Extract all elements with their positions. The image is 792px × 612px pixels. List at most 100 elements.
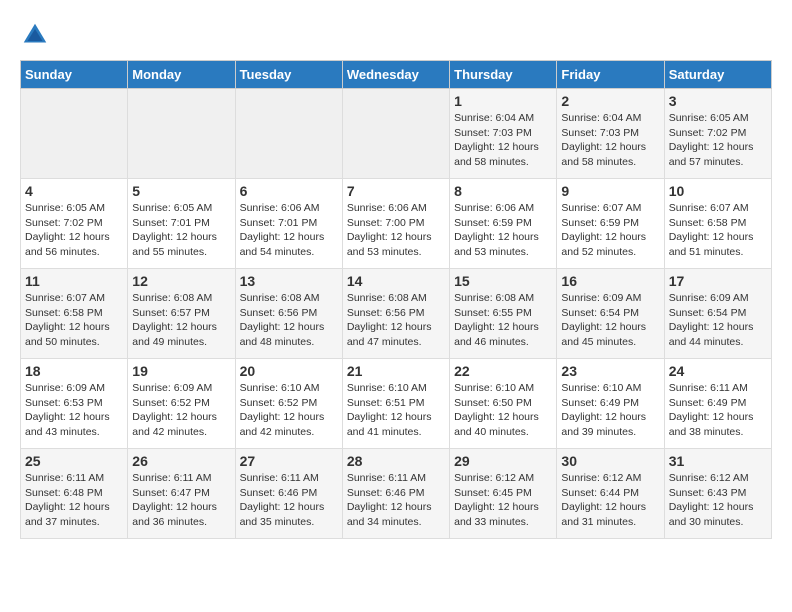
- day-number: 8: [454, 183, 552, 199]
- day-info: Sunrise: 6:08 AM Sunset: 6:56 PM Dayligh…: [347, 291, 445, 350]
- page-header: [20, 20, 772, 50]
- calendar-cell: 1Sunrise: 6:04 AM Sunset: 7:03 PM Daylig…: [450, 89, 557, 179]
- calendar-week-4: 18 Sunrise: 6:09 AM Sunset: 6:53 PM Dayli…: [21, 359, 772, 449]
- calendar-cell: 3Sunrise: 6:05 AM Sunset: 7:02 PM Daylig…: [664, 89, 771, 179]
- day-number: 22: [454, 363, 552, 379]
- weekday-header-friday: Friday: [557, 61, 664, 89]
- day-number: 6: [240, 183, 338, 199]
- calendar-week-1: 1 Sunrise: 6:04 AM Sunset: 7:03 PM Daylig…: [21, 89, 772, 179]
- calendar-cell: 22 Sunrise: 6:10 AM Sunset: 6:50 PM Dayli…: [450, 359, 557, 449]
- calendar-cell: 13 Sunrise: 6:08 AM Sunset: 6:56 PM Dayli…: [235, 269, 342, 359]
- day-info: Sunrise: 6:08 AM Sunset: 6:56 PM Dayligh…: [240, 291, 338, 350]
- day-info: Sunrise: 6:11 AM Sunset: 6:46 PM Dayligh…: [347, 471, 445, 530]
- weekday-header-wednesday: Wednesday: [342, 61, 449, 89]
- day-info: Sunrise: 6:12 AM Sunset: 6:43 PM Dayligh…: [669, 471, 767, 530]
- day-number: 14: [347, 273, 445, 289]
- day-number: 7: [347, 183, 445, 199]
- day-info: Sunrise: 6:07 AM Sunset: 6:58 PM Dayligh…: [25, 291, 123, 350]
- day-info: Sunrise: 6:10 AM Sunset: 6:50 PM Dayligh…: [454, 381, 552, 440]
- calendar-cell: 20Sunrise: 6:10 AM Sunset: 6:52 PM Dayli…: [235, 359, 342, 449]
- day-info: Sunrise: 6:08 AM Sunset: 6:55 PM Dayligh…: [454, 291, 552, 350]
- day-number: 21: [347, 363, 445, 379]
- day-number: 10: [669, 183, 767, 199]
- day-number: 20: [240, 363, 338, 379]
- day-info: Sunrise: 6:10 AM Sunset: 6:51 PM Dayligh…: [347, 381, 445, 440]
- calendar-cell: 6 Sunrise: 6:06 AM Sunset: 7:01 PM Daylig…: [235, 179, 342, 269]
- day-number: 2: [561, 93, 659, 109]
- day-info: Sunrise: 6:09 AM Sunset: 6:54 PM Dayligh…: [669, 291, 767, 350]
- day-info: Sunrise: 6:09 AM Sunset: 6:54 PM Dayligh…: [561, 291, 659, 350]
- calendar-cell: 24 Sunrise: 6:11 AM Sunset: 6:49 PM Dayli…: [664, 359, 771, 449]
- calendar-cell: 25 Sunrise: 6:11 AM Sunset: 6:48 PM Dayli…: [21, 449, 128, 539]
- calendar-cell: 9 Sunrise: 6:07 AM Sunset: 6:59 PM Daylig…: [557, 179, 664, 269]
- calendar-cell: 28 Sunrise: 6:11 AM Sunset: 6:46 PM Dayli…: [342, 449, 449, 539]
- day-info: Sunrise: 6:07 AM Sunset: 6:59 PM Dayligh…: [561, 201, 659, 260]
- day-info: Sunrise: 6:06 AM Sunset: 6:59 PM Dayligh…: [454, 201, 552, 260]
- day-number: 29: [454, 453, 552, 469]
- calendar-week-5: 25 Sunrise: 6:11 AM Sunset: 6:48 PM Dayli…: [21, 449, 772, 539]
- calendar-cell: 27 Sunrise: 6:11 AM Sunset: 6:46 PM Dayli…: [235, 449, 342, 539]
- day-number: 16: [561, 273, 659, 289]
- day-number: 24: [669, 363, 767, 379]
- calendar-body: 1 Sunrise: 6:04 AM Sunset: 7:03 PM Daylig…: [21, 89, 772, 539]
- day-number: 1: [454, 93, 552, 109]
- calendar-cell: 10Sunrise: 6:07 AM Sunset: 6:58 PM Dayli…: [664, 179, 771, 269]
- weekday-header-row: SundayMondayTuesdayWednesdayThursdayFrid…: [21, 61, 772, 89]
- calendar-cell: 14 Sunrise: 6:08 AM Sunset: 6:56 PM Dayli…: [342, 269, 449, 359]
- calendar-table: SundayMondayTuesdayWednesdayThursdayFrid…: [20, 60, 772, 539]
- calendar-cell: 31 Sunrise: 6:12 AM Sunset: 6:43 PM Dayli…: [664, 449, 771, 539]
- calendar-cell: 23 Sunrise: 6:10 AM Sunset: 6:49 PM Dayli…: [557, 359, 664, 449]
- calendar-cell: [342, 89, 449, 179]
- day-number: 15: [454, 273, 552, 289]
- calendar-cell: [235, 89, 342, 179]
- day-number: 11: [25, 273, 123, 289]
- day-number: 19: [132, 363, 230, 379]
- day-number: 3: [669, 93, 767, 109]
- day-info: Sunrise: 6:12 AM Sunset: 6:45 PM Dayligh…: [454, 471, 552, 530]
- calendar-cell: 15 Sunrise: 6:08 AM Sunset: 6:55 PM Dayli…: [450, 269, 557, 359]
- day-info: Sunrise: 6:08 AM Sunset: 6:57 PM Dayligh…: [132, 291, 230, 350]
- calendar-cell: 30 Sunrise: 6:12 AM Sunset: 6:44 PM Dayli…: [557, 449, 664, 539]
- calendar-cell: [21, 89, 128, 179]
- day-info: Sunrise: 6:06 AM Sunset: 7:01 PM Dayligh…: [240, 201, 338, 260]
- weekday-header-monday: Monday: [128, 61, 235, 89]
- calendar-cell: 18 Sunrise: 6:09 AM Sunset: 6:53 PM Dayli…: [21, 359, 128, 449]
- day-info: Sunrise: 6:05 AM Sunset: 7:01 PM Dayligh…: [132, 201, 230, 260]
- calendar-cell: 21 Sunrise: 6:10 AM Sunset: 6:51 PM Dayli…: [342, 359, 449, 449]
- day-number: 27: [240, 453, 338, 469]
- weekday-header-tuesday: Tuesday: [235, 61, 342, 89]
- day-number: 18: [25, 363, 123, 379]
- calendar-cell: 4Sunrise: 6:05 AM Sunset: 7:02 PM Daylig…: [21, 179, 128, 269]
- calendar-cell: 17 Sunrise: 6:09 AM Sunset: 6:54 PM Dayli…: [664, 269, 771, 359]
- calendar-cell: 11 Sunrise: 6:07 AM Sunset: 6:58 PM Dayli…: [21, 269, 128, 359]
- day-number: 17: [669, 273, 767, 289]
- day-number: 31: [669, 453, 767, 469]
- day-number: 9: [561, 183, 659, 199]
- calendar-cell: 29 Sunrise: 6:12 AM Sunset: 6:45 PM Dayli…: [450, 449, 557, 539]
- calendar-cell: 12Sunrise: 6:08 AM Sunset: 6:57 PM Dayli…: [128, 269, 235, 359]
- logo-icon: [20, 20, 50, 50]
- day-info: Sunrise: 6:11 AM Sunset: 6:49 PM Dayligh…: [669, 381, 767, 440]
- day-number: 30: [561, 453, 659, 469]
- calendar-cell: 5 Sunrise: 6:05 AM Sunset: 7:01 PM Daylig…: [128, 179, 235, 269]
- day-number: 25: [25, 453, 123, 469]
- calendar-cell: 19Sunrise: 6:09 AM Sunset: 6:52 PM Dayli…: [128, 359, 235, 449]
- weekday-header-sunday: Sunday: [21, 61, 128, 89]
- weekday-header-thursday: Thursday: [450, 61, 557, 89]
- calendar-cell: [128, 89, 235, 179]
- day-number: 5: [132, 183, 230, 199]
- day-info: Sunrise: 6:11 AM Sunset: 6:47 PM Dayligh…: [132, 471, 230, 530]
- day-number: 13: [240, 273, 338, 289]
- calendar-cell: 2 Sunrise: 6:04 AM Sunset: 7:03 PM Daylig…: [557, 89, 664, 179]
- day-info: Sunrise: 6:12 AM Sunset: 6:44 PM Dayligh…: [561, 471, 659, 530]
- day-info: Sunrise: 6:11 AM Sunset: 6:46 PM Dayligh…: [240, 471, 338, 530]
- day-info: Sunrise: 6:04 AM Sunset: 7:03 PM Dayligh…: [561, 111, 659, 170]
- calendar-header: SundayMondayTuesdayWednesdayThursdayFrid…: [21, 61, 772, 89]
- day-number: 26: [132, 453, 230, 469]
- day-number: 23: [561, 363, 659, 379]
- day-info: Sunrise: 6:11 AM Sunset: 6:48 PM Dayligh…: [25, 471, 123, 530]
- calendar-cell: 16 Sunrise: 6:09 AM Sunset: 6:54 PM Dayli…: [557, 269, 664, 359]
- day-info: Sunrise: 6:09 AM Sunset: 6:53 PM Dayligh…: [25, 381, 123, 440]
- day-info: Sunrise: 6:10 AM Sunset: 6:49 PM Dayligh…: [561, 381, 659, 440]
- day-number: 28: [347, 453, 445, 469]
